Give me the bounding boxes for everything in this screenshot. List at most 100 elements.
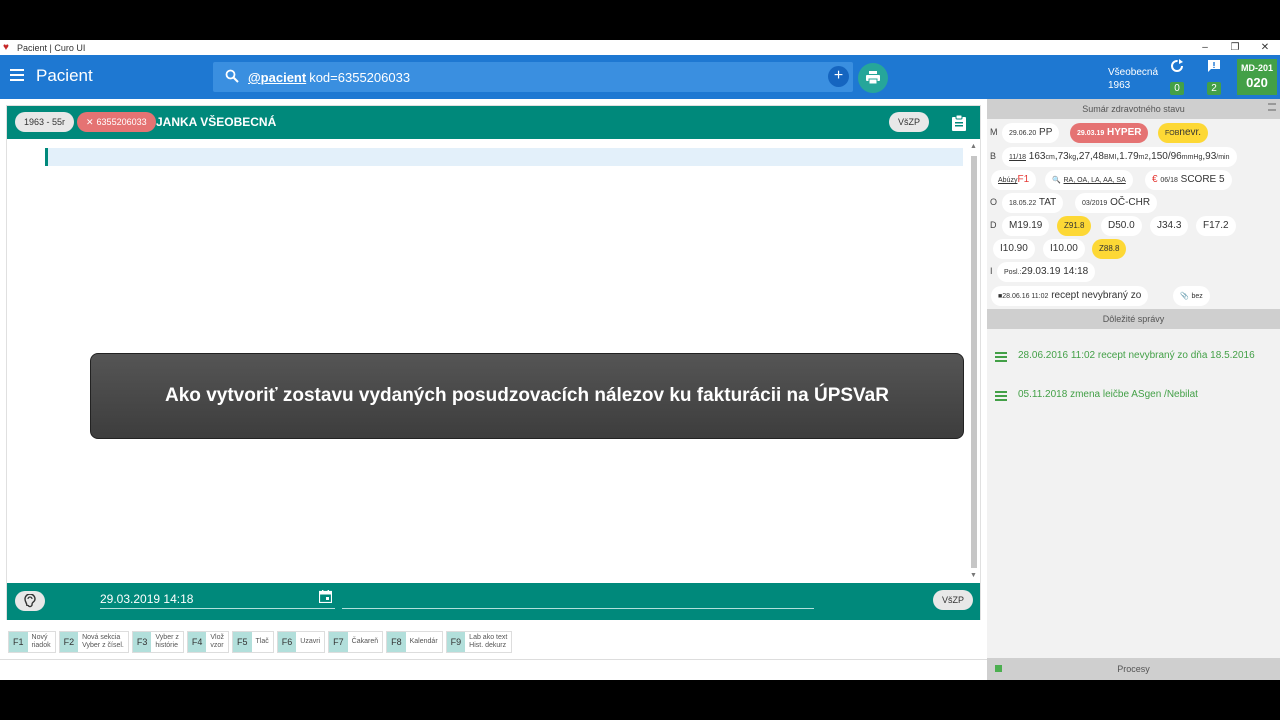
search-query: kod=6355206033: [309, 70, 411, 85]
bottom-bar: 29.03.2019 14:18 VšZP: [7, 583, 980, 620]
add-button[interactable]: +: [828, 66, 849, 87]
chip-fob[interactable]: FOBnevr.: [1158, 123, 1209, 143]
chip-m-pp[interactable]: 29.06.20 PP: [1002, 123, 1060, 143]
fkey-label: Uzavri: [300, 638, 321, 645]
minimize-button[interactable]: –: [1190, 42, 1220, 53]
fkey-f3-button[interactable]: F3 Vyber z histórie: [131, 631, 184, 653]
chip-tat[interactable]: 18.05.22 TAT: [1002, 193, 1064, 213]
summary-menu-icon[interactable]: [1268, 103, 1276, 111]
editor-input-line[interactable]: [45, 148, 963, 166]
chip-oc-chr[interactable]: 03/2019 OČ-CHR: [1075, 193, 1158, 213]
fkey-f5-button[interactable]: F5 Tlač: [232, 631, 274, 653]
chip-abuzy[interactable]: AbúzyF1: [991, 170, 1037, 190]
procesy-header[interactable]: Procesy: [987, 658, 1280, 680]
summary-header: Sumár zdravotného stavu: [987, 99, 1280, 119]
menu-icon[interactable]: [10, 69, 24, 81]
scrollbar[interactable]: [971, 156, 977, 568]
function-keys-bar: F1 Nový riadok F2 Nová sekcia Vyber z čísel. F…: [8, 631, 515, 653]
chip-allergy[interactable]: 🔍 RA, OA, LA, AA, SA: [1045, 170, 1133, 190]
chip-diagnosis[interactable]: F17.2: [1196, 216, 1236, 236]
window-titlebar: ♥ Pacient | Curo UI – ❐ ✕: [0, 40, 1280, 55]
row-letter-d: D: [990, 220, 997, 230]
chip-diagnosis[interactable]: Z88.8: [1092, 239, 1127, 259]
chip-diagnosis[interactable]: J34.3: [1150, 216, 1189, 236]
note-input[interactable]: [342, 608, 814, 609]
row-letter-b: B: [990, 151, 997, 161]
fkey-f7-button[interactable]: F7 Čakareň: [328, 631, 384, 653]
fkey-key: F3: [132, 632, 152, 652]
sync-count-badge: 0: [1170, 82, 1184, 95]
patient-id: 6355206033: [96, 117, 147, 127]
search-keyword: @pacient: [248, 70, 307, 85]
clipboard-icon[interactable]: [952, 115, 966, 131]
fkey-f6-button[interactable]: F6 Uzavri: [276, 631, 326, 653]
message-count-badge: 2: [1207, 82, 1221, 95]
scroll-up-arrow-icon[interactable]: ▲: [970, 143, 977, 150]
chip-note[interactable]: ■28.06.16 11:02 recept nevybraný zo: [991, 286, 1149, 306]
fkey-f4-button[interactable]: F4 Vlož vzor: [186, 631, 230, 653]
chip-diagnosis[interactable]: I10.00: [1043, 239, 1085, 259]
fkey-key: F8: [387, 632, 406, 652]
chip-diagnosis[interactable]: Z91.8: [1057, 216, 1092, 236]
fkey-label: Tlač: [255, 638, 269, 645]
chip-body-measures[interactable]: 11/18 163cm,73kg,27,48BMI,1.79m2,150/96m…: [1002, 147, 1237, 167]
insurer-chip[interactable]: VšZP: [889, 112, 930, 132]
chip-diagnosis[interactable]: I10.90: [993, 239, 1035, 259]
row-letter-m: M: [990, 127, 998, 137]
sync-button[interactable]: 0: [1168, 59, 1186, 96]
chip-diagnosis[interactable]: D50.0: [1101, 216, 1142, 236]
fkey-key: F5: [233, 632, 252, 652]
sync-icon: [1171, 59, 1183, 72]
row-letter-o: O: [990, 197, 998, 207]
app-header: Pacient @pacient kod=6355206033 + Všeobec…: [0, 55, 1280, 99]
close-icon[interactable]: ✕: [86, 117, 94, 127]
record-date[interactable]: 29.03.2019 14:18: [100, 592, 193, 606]
fkey-label: Čakareň: [351, 638, 379, 645]
fkey-label: Lab ako text Hist. dekurz: [469, 634, 508, 649]
search-input[interactable]: @pacient kod=6355206033: [213, 62, 853, 92]
fkey-f8-button[interactable]: F8 Kalendár: [386, 631, 443, 653]
heart-icon: ♥: [3, 41, 9, 53]
calendar-icon[interactable]: [319, 590, 332, 603]
list-icon: [995, 352, 1007, 364]
fkey-label: Kalendár: [409, 638, 438, 645]
message-item[interactable]: 05.11.2018 zmena leičbe ASgen /Nebilat: [995, 388, 1275, 402]
print-button[interactable]: [858, 63, 888, 93]
ear-button[interactable]: [15, 591, 45, 611]
messages-button[interactable]: 2: [1204, 59, 1224, 96]
chip-last-visit[interactable]: Posl.:29.03.19 14:18: [997, 262, 1096, 282]
fkey-key: F2: [59, 632, 79, 652]
main-panel: 1963 - 55r ✕ 6355206033 JANKA VŠEOBECNÁ V…: [6, 105, 981, 620]
right-sidebar: Sumár zdravotného stavu M B O D I 29.06.…: [987, 99, 1280, 680]
magnifier-icon: 🔍: [1052, 177, 1061, 184]
chip-hyper[interactable]: 29.03.19 HYPER: [1070, 123, 1149, 143]
euro-icon: €: [1152, 174, 1158, 185]
status-dot-icon: [995, 665, 1002, 672]
doctor-year: 1963: [1108, 80, 1131, 91]
insurer-chip-bottom[interactable]: VšZP: [933, 590, 974, 610]
fkey-label: Nová sekcia Vyber z čísel.: [82, 634, 124, 649]
close-window-button[interactable]: ✕: [1250, 42, 1280, 53]
chip-diagnosis[interactable]: M19.19: [1002, 216, 1050, 236]
printer-icon: [866, 71, 880, 85]
patient-age-chip[interactable]: 1963 - 55r: [15, 112, 75, 132]
maximize-button[interactable]: ❐: [1220, 42, 1250, 53]
ear-icon: [24, 594, 36, 608]
chip-score[interactable]: € 06/18 SCORE 5: [1145, 170, 1232, 190]
search-icon: [225, 69, 239, 83]
fkey-f2-button[interactable]: F2 Nová sekcia Vyber z čísel.: [58, 631, 129, 653]
patient-id-chip[interactable]: ✕ 6355206033: [77, 112, 156, 132]
list-icon: [995, 391, 1007, 403]
fkey-f9-button[interactable]: F9 Lab ako text Hist. dekurz: [445, 631, 513, 653]
fkey-key: F6: [277, 632, 297, 652]
doctor-info[interactable]: Všeobecná 1963: [1108, 66, 1158, 92]
date-underline: [100, 608, 335, 609]
scroll-down-arrow-icon[interactable]: ▼: [970, 572, 977, 579]
chip-attachment[interactable]: 📎 bez: [1173, 286, 1210, 306]
doctor-name: Všeobecná: [1108, 67, 1159, 78]
message-item[interactable]: 28.06.2016 11:02 recept nevybraný zo dňa…: [995, 349, 1275, 363]
md-badge[interactable]: MD-201 020: [1237, 59, 1277, 95]
footer-divider: [0, 659, 987, 660]
fkey-key: F9: [446, 632, 466, 652]
fkey-f1-button[interactable]: F1 Nový riadok: [8, 631, 56, 653]
